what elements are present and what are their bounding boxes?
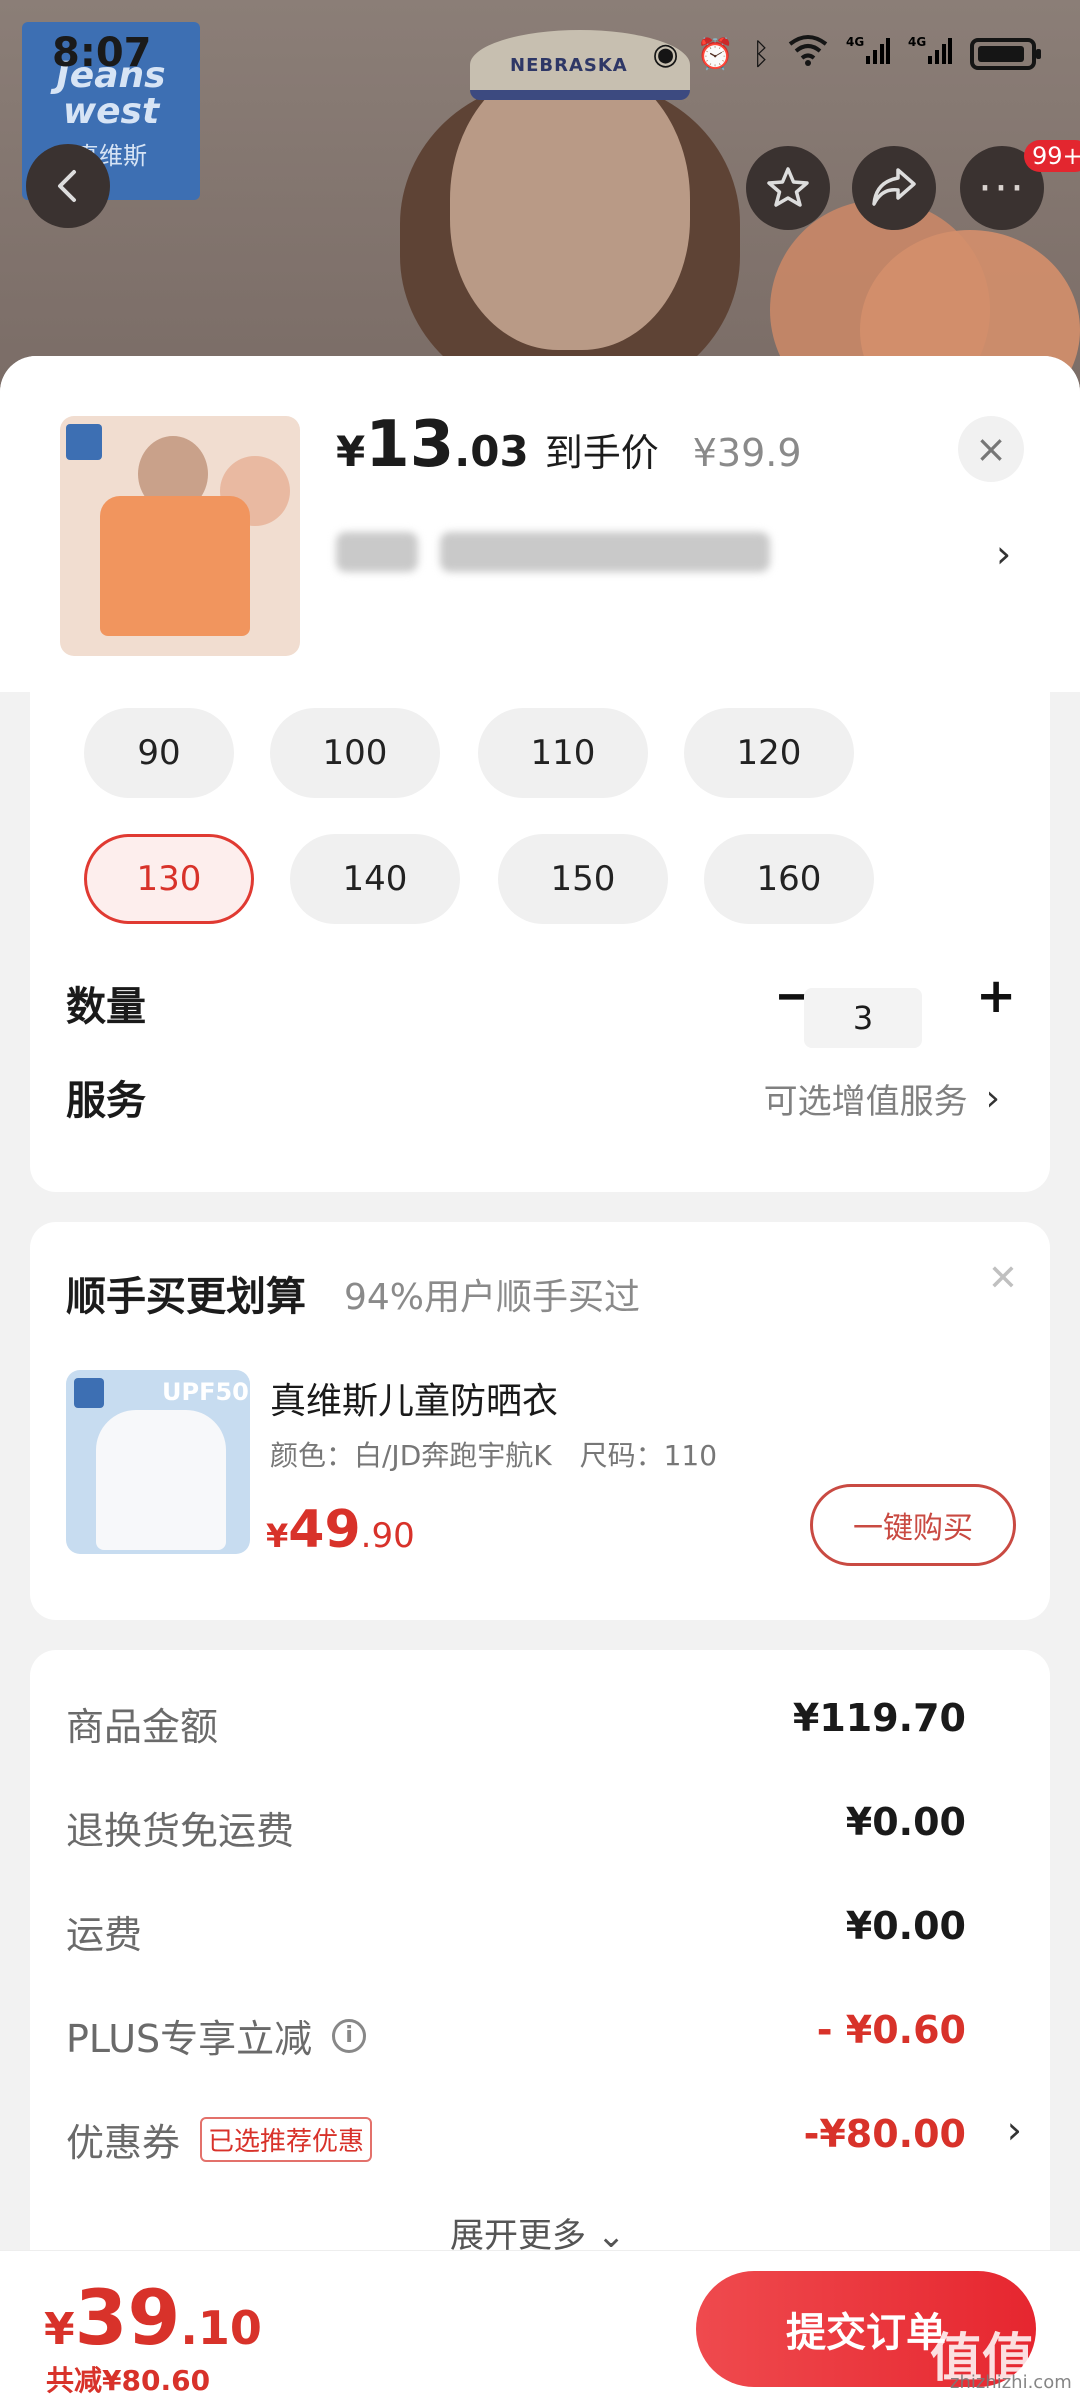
bundle-title: 顺手买更划算	[66, 1274, 306, 1320]
price-currency: ¥	[336, 427, 366, 476]
status-time: 8:07	[52, 30, 152, 76]
price-tag: 到手价	[544, 431, 659, 475]
svg-text:4G: 4G	[846, 35, 864, 49]
bundle-product-price: ¥ 49 .90	[266, 1500, 415, 1560]
summary-row-label: 退换货免运费	[66, 1809, 295, 1853]
share-button[interactable]	[852, 146, 936, 230]
quantity-input[interactable]: 3	[804, 988, 922, 1048]
quantity-label: 数量	[66, 984, 146, 1030]
bundle-product-spec: 颜色：白/JD奔跑宇航K 尺码：110	[270, 1439, 718, 1472]
eye-icon: ◉	[652, 36, 679, 72]
purchase-sheet: ¥ 13 .03 到手价 ¥39.9 › × 90 100 110 120 13…	[0, 356, 1080, 2400]
notification-badge: 99+	[1024, 140, 1080, 172]
brand-mini-logo	[74, 1378, 104, 1408]
size-option[interactable]: 100	[270, 708, 440, 798]
coupon-tag: 已选推荐优惠	[200, 2117, 373, 2162]
status-icons: ◉ ⏰ ᛒ 4G 4G	[652, 34, 1041, 74]
product-header: ¥ 13 .03 到手价 ¥39.9 › ×	[0, 356, 1080, 692]
bundle-product-name[interactable]: 真维斯儿童防晒衣	[270, 1372, 558, 1424]
summary-row-value: ¥0.00	[845, 1800, 966, 1844]
summary-row-value: ¥119.70	[792, 1696, 966, 1740]
size-option[interactable]: 120	[684, 708, 854, 798]
summary-row-label: 商品金额	[66, 1705, 219, 1749]
size-option-selected[interactable]: 130	[84, 834, 254, 924]
summary-row-label: PLUS专享立减 i	[66, 2008, 367, 2063]
model-face	[450, 60, 690, 350]
bluetooth-icon: ᛒ	[752, 36, 770, 72]
visor-text: NEBRASKA	[510, 55, 628, 76]
size-option[interactable]: 140	[290, 834, 460, 924]
bundle-recommendation-card: 顺手买更划算 94%用户顺手买过 ✕ UPF50+ 真维斯儿童防晒衣 颜色：白/…	[30, 1222, 1050, 1620]
close-button[interactable]: ×	[958, 416, 1024, 482]
size-option[interactable]: 160	[704, 834, 874, 924]
coupon-value[interactable]: -¥80.00	[804, 2112, 966, 2156]
service-hint-text: 可选增值服务	[763, 1082, 968, 1122]
svg-text:4G: 4G	[908, 35, 926, 49]
brand-logo-line2: west	[62, 91, 160, 132]
brand-mini-logo	[66, 424, 102, 460]
bundle-product-image[interactable]: UPF50+	[66, 1370, 250, 1554]
summary-row-value: - ¥0.60	[816, 2008, 966, 2052]
info-icon[interactable]: i	[332, 2018, 367, 2053]
chevron-right-icon[interactable]: ›	[1007, 2108, 1022, 2152]
wifi-icon	[788, 34, 828, 74]
original-price: ¥39.9	[692, 431, 802, 475]
summary-row-value: ¥0.00	[845, 1904, 966, 1948]
blurred-product-name	[336, 532, 770, 572]
bundle-subtitle: 94%用户顺手买过	[344, 1277, 641, 1318]
star-icon	[767, 167, 809, 207]
price-integer: 13	[365, 408, 455, 482]
service-selector[interactable]: 可选增值服务 ›	[764, 1074, 1000, 1123]
chevron-left-icon	[58, 170, 76, 202]
close-icon[interactable]: ✕	[988, 1258, 1018, 1299]
service-label: 服务	[66, 1078, 146, 1124]
product-price: ¥ 13 .03 到手价 ¥39.9	[336, 408, 802, 482]
watermark-url: zhizhizhi.com	[950, 2372, 1072, 2393]
chevron-right-icon: ›	[985, 1078, 1000, 1119]
total-price: ¥ 39 .10	[44, 2273, 262, 2362]
close-icon: ×	[975, 427, 1007, 471]
signal-4g-icon: 4G	[908, 34, 952, 74]
battery-icon	[970, 38, 1041, 70]
ellipsis-icon: ···	[978, 162, 1026, 214]
signal-4g-icon: 4G	[846, 34, 890, 74]
product-thumbnail	[60, 416, 300, 656]
quantity-increase-button[interactable]: +	[976, 968, 1016, 1024]
back-button[interactable]	[26, 144, 110, 228]
total-saved: 共减¥80.60	[46, 2364, 211, 2397]
checkout-bar: ¥ 39 .10 共减¥80.60 提交订单	[0, 2250, 1080, 2400]
favorite-button[interactable]	[746, 146, 830, 230]
size-option[interactable]: 110	[478, 708, 648, 798]
upf-label: UPF50+	[162, 1378, 250, 1406]
share-icon	[872, 168, 916, 206]
price-decimal: .03	[454, 427, 529, 476]
size-option[interactable]: 90	[84, 708, 234, 798]
summary-row-label: 优惠券 已选推荐优惠	[66, 2112, 373, 2167]
one-click-buy-button[interactable]: 一键购买	[810, 1484, 1016, 1566]
size-option[interactable]: 150	[498, 834, 668, 924]
summary-row-label: 运费	[66, 1913, 143, 1957]
chevron-right-icon[interactable]: ›	[996, 532, 1011, 576]
alarm-icon: ⏰	[696, 36, 734, 72]
